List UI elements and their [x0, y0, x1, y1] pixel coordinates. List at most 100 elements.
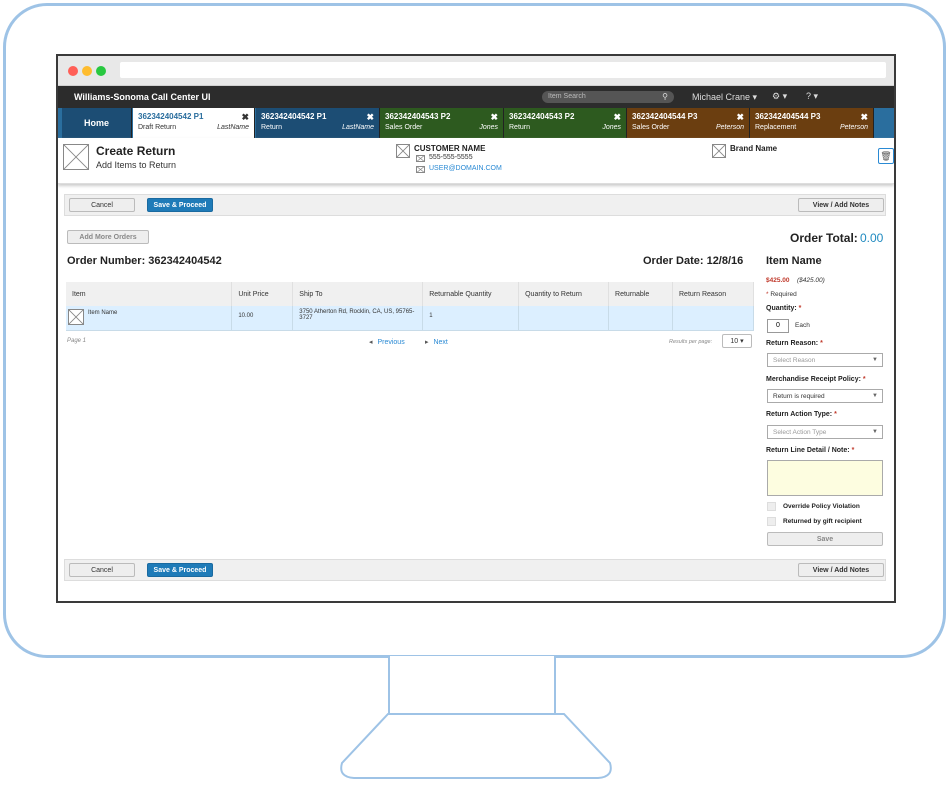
- receipt-policy-select[interactable]: Return is required ▼: [767, 389, 883, 403]
- override-checkbox[interactable]: [767, 502, 776, 511]
- tab-replacement-3[interactable]: 362342404544 P3 Replacement Peterson ✖: [750, 108, 874, 138]
- page-title: Create Return: [96, 144, 176, 158]
- minimize-dot[interactable]: [82, 66, 92, 76]
- panel-original-price: ($425.00): [797, 277, 825, 284]
- action-type-placeholder: Select Action Type: [773, 429, 827, 436]
- order-total-value: 0.00: [860, 231, 884, 245]
- column-header[interactable]: Quantity to Return: [518, 282, 610, 306]
- user-menu[interactable]: Michael Crane ▾: [692, 92, 757, 103]
- tab-draft-return[interactable]: 362342404542 P1 Draft Return LastName ✖: [133, 108, 255, 138]
- chevron-down-icon: ▼: [872, 357, 878, 363]
- next-link[interactable]: ▸ Next: [425, 338, 448, 346]
- save-proceed-button[interactable]: Save & Proceed: [147, 563, 213, 577]
- note-label-text: Return Line Detail / Note:: [766, 447, 850, 454]
- search-icon[interactable]: ⚲: [662, 91, 668, 103]
- action-type-label: Return Action Type: *: [766, 411, 837, 418]
- tab-sales-order-2[interactable]: 362342404543 P2 Sales Order Jones ✖: [380, 108, 504, 138]
- phone-icon: [416, 155, 425, 162]
- tab-type: Sales Order: [385, 124, 423, 131]
- return-reason-cell[interactable]: [672, 306, 754, 331]
- cancel-button[interactable]: Cancel: [69, 563, 135, 577]
- chevron-right-icon: ▸: [425, 339, 431, 346]
- app-bar: Williams-Sonoma Call Center UI Item Sear…: [58, 86, 894, 108]
- action-type-select[interactable]: Select Action Type ▼: [767, 425, 883, 439]
- tab-customer: Peterson: [715, 124, 744, 131]
- close-icon[interactable]: ✖: [860, 112, 868, 123]
- override-label: Override Policy Violation: [783, 503, 860, 510]
- close-icon[interactable]: ✖: [366, 112, 374, 123]
- receipt-policy-label-text: Merchandise Receipt Policy:: [766, 376, 861, 383]
- table-row[interactable]: Item Name 10.00 3750 Atherton Rd, Rockli…: [66, 306, 754, 331]
- gear-icon[interactable]: ⚙ ▾: [772, 91, 787, 102]
- item-name: Item Name: [88, 310, 118, 316]
- previous-link[interactable]: ◂ Previous: [369, 338, 405, 346]
- tab-customer: LastName: [217, 124, 249, 131]
- image-placeholder-icon: [63, 144, 89, 170]
- tab-customer: Peterson: [839, 124, 868, 131]
- column-header[interactable]: Returnable: [608, 282, 673, 306]
- column-header[interactable]: Return Reason: [672, 282, 754, 306]
- per-page-label: Results per page:: [669, 339, 713, 345]
- tab-order: 362342404542 P1: [261, 112, 327, 121]
- column-header[interactable]: Unit Price: [231, 282, 294, 306]
- action-type-label-text: Return Action Type:: [766, 411, 833, 418]
- unit-price-cell: 10.00: [231, 306, 294, 331]
- tab-type: Return: [261, 124, 283, 131]
- brand-name: Brand Name: [730, 144, 778, 153]
- page-indicator: Page 1: [67, 338, 87, 344]
- email-icon: [416, 166, 425, 173]
- qty-to-return-cell[interactable]: [518, 306, 610, 331]
- tab-type: Replacement: [755, 124, 797, 131]
- note-textarea[interactable]: [767, 460, 883, 496]
- tab-customer: Jones: [602, 124, 621, 131]
- tab-order: 362342404544 P3: [755, 112, 821, 121]
- return-reason-select[interactable]: Select Reason ▼: [767, 353, 883, 367]
- order-date: Order Date: 12/8/16: [643, 255, 744, 267]
- panel-price: $425.00: [766, 277, 790, 284]
- view-add-notes-button[interactable]: View / Add Notes: [798, 198, 884, 212]
- tab-type: Draft Return: [138, 124, 177, 131]
- cancel-button[interactable]: Cancel: [69, 198, 135, 212]
- chevron-left-icon: ◂: [369, 339, 375, 346]
- help-icon[interactable]: ? ▾: [806, 91, 818, 102]
- add-more-orders-button[interactable]: Add More Orders: [67, 230, 149, 244]
- column-header[interactable]: Returnable Quantity: [422, 282, 520, 306]
- brand-logo-icon: [712, 144, 726, 158]
- per-page-select[interactable]: 10 ▾: [722, 334, 752, 348]
- maximize-dot[interactable]: [96, 66, 106, 76]
- panel-save-button[interactable]: Save: [767, 532, 883, 546]
- required-note: * Required: [766, 291, 797, 298]
- table-header-row: Item Unit Price Ship To Returnable Quant…: [66, 282, 754, 306]
- tab-type: Sales Order: [632, 124, 670, 131]
- trash-icon[interactable]: 🗑: [878, 148, 894, 164]
- returnable-qty-cell: 1: [422, 306, 520, 331]
- gift-recipient-checkbox[interactable]: [767, 517, 776, 526]
- tab-return-2[interactable]: 362342404543 P2 Return Jones ✖: [504, 108, 627, 138]
- close-dot[interactable]: [68, 66, 78, 76]
- search-input[interactable]: Item Search ⚲: [542, 91, 674, 103]
- column-header[interactable]: Item: [66, 282, 233, 306]
- quantity-input[interactable]: 0: [767, 319, 789, 333]
- chevron-down-icon: ▾: [738, 338, 744, 345]
- receipt-policy-label: Merchandise Receipt Policy: *: [766, 376, 866, 383]
- order-total-label: Order Total:: [790, 231, 858, 245]
- tab-return-1[interactable]: 362342404542 P1 Return LastName ✖: [256, 108, 380, 138]
- customer-phone: 555-555-5555: [429, 154, 473, 161]
- close-icon[interactable]: ✖: [736, 112, 744, 123]
- tab-bar: Home 362342404542 P1 Draft Return LastNam…: [58, 108, 894, 138]
- return-reason-label-text: Return Reason:: [766, 340, 819, 347]
- tab-sales-order-3[interactable]: 362342404544 P3 Sales Order Peterson ✖: [627, 108, 750, 138]
- close-icon[interactable]: ✖: [490, 112, 498, 123]
- tab-order: 362342404543 P2: [509, 112, 575, 121]
- address-bar[interactable]: [120, 62, 886, 78]
- close-icon[interactable]: ✖: [241, 112, 249, 123]
- tab-home[interactable]: Home: [62, 108, 132, 138]
- column-header[interactable]: Ship To: [292, 282, 424, 306]
- monitor-neck: [388, 656, 556, 716]
- customer-email-link[interactable]: USER@DOMAIN.COM: [429, 165, 502, 172]
- per-page-value: 10: [730, 338, 739, 345]
- view-add-notes-button[interactable]: View / Add Notes: [798, 563, 884, 577]
- save-proceed-button[interactable]: Save & Proceed: [147, 198, 213, 212]
- close-icon[interactable]: ✖: [613, 112, 621, 123]
- tab-customer: LastName: [342, 124, 374, 131]
